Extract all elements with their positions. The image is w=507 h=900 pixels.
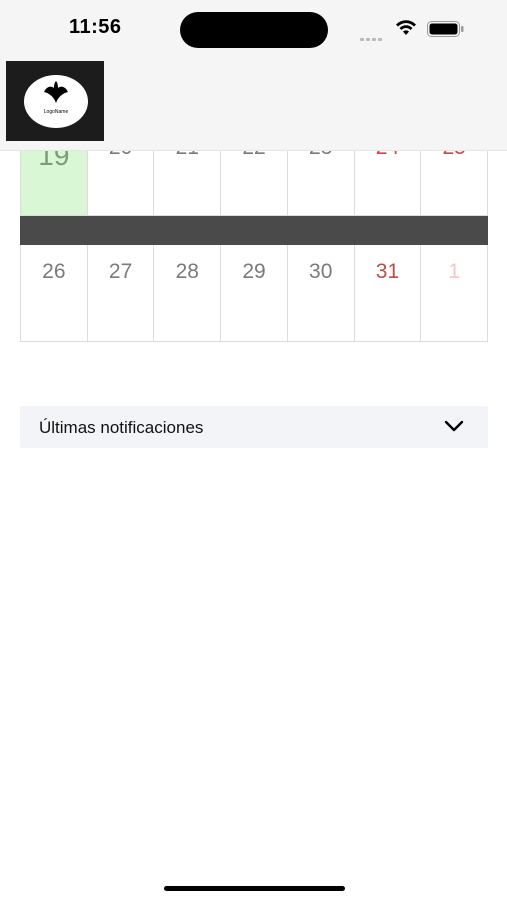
day-number: 26 [42,260,66,283]
dynamic-island [180,12,328,48]
calendar-day[interactable]: 26 [20,245,88,342]
calendar-day-next-month[interactable]: 1 [421,245,489,342]
logo-badge: LogoName [24,75,88,128]
chevron-down-icon[interactable] [444,420,464,432]
day-number: 27 [108,260,133,283]
status-bar: 11:56 [0,0,507,60]
day-number: 28 [175,260,199,283]
bird-icon [44,81,68,103]
home-indicator[interactable] [164,886,345,891]
day-number: 1 [448,260,461,283]
calendar-day[interactable]: 31 [354,245,422,342]
latest-notifications-label: Últimas notificaciones [39,418,204,437]
day-number: 31 [375,260,400,283]
calendar-week-row: 26 27 28 29 30 31 1 [20,245,489,342]
day-number: 29 [242,260,266,283]
app-header: LogoName [0,60,507,151]
day-number: 30 [309,260,333,283]
calendar-day[interactable]: 30 [287,245,355,342]
battery-icon [427,21,464,37]
wifi-icon [396,20,416,35]
calendar-day[interactable]: 27 [87,245,155,342]
logo-name: LogoName [43,109,69,115]
app-logo[interactable]: LogoName [6,61,104,141]
calendar-day[interactable]: 29 [221,245,288,342]
calendar-divider-band [20,216,488,245]
status-time: 11:56 [69,16,122,38]
cellular-signal-icon [360,28,386,41]
calendar-day[interactable]: 28 [154,245,222,342]
latest-notifications-accordion[interactable]: Últimas notificaciones [20,406,488,448]
